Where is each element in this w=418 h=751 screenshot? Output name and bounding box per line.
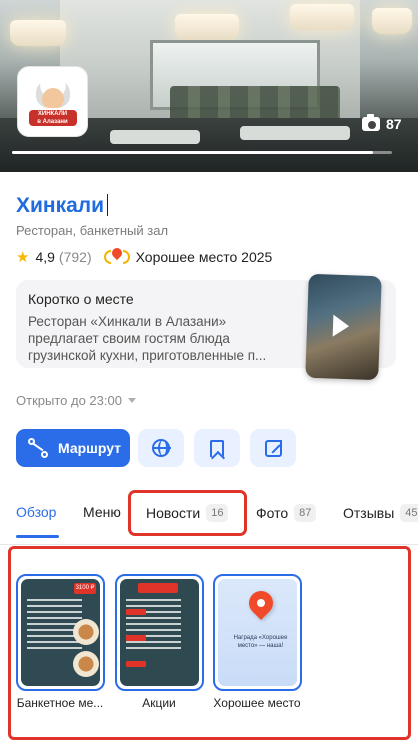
chandelier <box>10 20 66 46</box>
share-icon <box>264 438 283 457</box>
route-button-label: Маршрут <box>58 440 122 456</box>
website-button[interactable] <box>138 429 184 467</box>
opening-hours[interactable]: Открыто до 23:00 <box>16 393 136 408</box>
tab-count-badge: 45 <box>400 504 418 522</box>
story-label: Акции <box>142 696 176 710</box>
chandelier <box>290 4 354 30</box>
bookmark-icon <box>210 439 224 457</box>
text-cursor <box>107 194 109 216</box>
location-pin-icon <box>244 586 278 620</box>
bookmark-button[interactable] <box>194 429 240 467</box>
about-text: Ресторан «Хинкали в Алазани» предлагает … <box>28 314 267 363</box>
chandelier <box>372 8 412 34</box>
tab-menu[interactable]: Меню <box>83 504 121 520</box>
route-button[interactable]: Маршрут <box>16 429 130 467</box>
active-tab-indicator <box>16 535 59 538</box>
story-promotions[interactable] <box>115 574 204 691</box>
logo-line1: ХИНКАЛИ <box>37 110 68 117</box>
hours-status: Открыто до 23:00 <box>16 393 122 408</box>
video-thumbnail[interactable] <box>305 273 382 381</box>
rating-value: 4,9 <box>35 249 55 265</box>
story-banquet-menu[interactable]: 3100 ₽ <box>16 574 105 691</box>
globe-icon <box>152 439 171 457</box>
gallery-progress <box>12 151 392 154</box>
page-title: Хинкали <box>16 194 109 218</box>
dish-image <box>73 619 99 645</box>
camera-icon <box>362 114 380 131</box>
restaurant-logo: ХИНКАЛИ в Алазани <box>17 66 88 137</box>
star-icon: ★ <box>16 249 30 266</box>
story-label: Банкетное ме... <box>16 696 104 710</box>
chevron-down-icon <box>127 398 136 403</box>
tab-reviews[interactable]: Отзывы 45 <box>343 504 418 522</box>
photo-count[interactable]: 87 <box>362 114 402 132</box>
play-icon <box>332 314 350 338</box>
price-tag: 3100 ₽ <box>74 583 96 594</box>
story-label: Хорошее место <box>213 696 301 710</box>
promo-header <box>138 583 178 593</box>
hero-table <box>240 126 350 140</box>
chef-icon <box>35 77 70 108</box>
menu-lines <box>27 599 82 649</box>
place-category: Ресторан, банкетный зал <box>16 223 169 238</box>
hero-table <box>110 130 200 144</box>
menu-lines <box>126 599 181 649</box>
news-tab-highlight <box>128 490 247 536</box>
rating-row[interactable]: ★ 4,9 (792) Хорошее место 2025 <box>16 245 273 267</box>
about-title: Коротко о месте <box>28 291 134 307</box>
dish-image <box>73 651 99 677</box>
chandelier <box>175 14 239 40</box>
story-good-place[interactable]: Награда «Хорошее место» — наша! <box>213 574 302 691</box>
tab-photos[interactable]: Фото 87 <box>256 504 317 522</box>
award-text: Хорошее место 2025 <box>135 249 273 265</box>
reviews-count: (792) <box>58 249 92 265</box>
award-story-text: Награда «Хорошее место» — наша! <box>233 635 288 649</box>
about-card[interactable]: Коротко о месте Ресторан «Хинкали в Алаз… <box>16 273 396 381</box>
tab-overview[interactable]: Обзор <box>16 504 56 520</box>
logo-line2: в Алазани <box>37 118 68 125</box>
route-icon <box>28 438 48 458</box>
award-icon <box>103 245 130 267</box>
tab-count-badge: 87 <box>294 504 317 522</box>
share-button[interactable] <box>250 429 296 467</box>
